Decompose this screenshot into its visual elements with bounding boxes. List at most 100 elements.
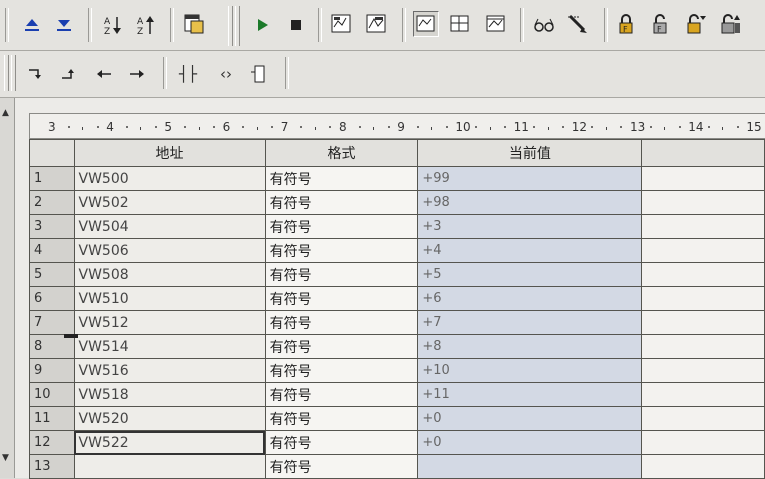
- format-cell[interactable]: 有符号: [264, 262, 419, 287]
- arrow-left-icon[interactable]: [92, 62, 116, 86]
- format-cell[interactable]: 有符号: [264, 310, 419, 335]
- move-down-icon[interactable]: [52, 13, 76, 37]
- format-cell[interactable]: 有符号: [264, 334, 419, 359]
- format-cell[interactable]: 有符号: [264, 214, 419, 239]
- address-cell[interactable]: VW512: [73, 310, 266, 335]
- format-cell[interactable]: 有符号: [264, 166, 419, 191]
- format-cell[interactable]: 有符号: [264, 238, 419, 263]
- table-row[interactable]: 5 VW508 有符号 +5: [29, 262, 765, 287]
- table-row[interactable]: 11 VW520 有符号 +0: [29, 406, 765, 431]
- value-cell[interactable]: +99: [417, 166, 643, 191]
- format-cell[interactable]: 有符号: [264, 454, 419, 479]
- unlock-all-icon[interactable]: [683, 12, 707, 36]
- table-view-1-icon[interactable]: [413, 11, 439, 37]
- value-cell[interactable]: +7: [417, 310, 643, 335]
- table-row[interactable]: 3 VW504 有符号 +3: [29, 214, 765, 239]
- corner-cell[interactable]: [29, 139, 75, 167]
- scroll-up-icon[interactable]: ▲: [2, 108, 9, 118]
- format-cell[interactable]: 有符号: [264, 430, 419, 455]
- address-cell[interactable]: VW504: [73, 214, 266, 239]
- toolbar-grip[interactable]: [4, 55, 9, 91]
- value-cell[interactable]: +98: [417, 190, 643, 215]
- value-cell[interactable]: +0: [417, 406, 643, 431]
- toolbar-grip[interactable]: [235, 6, 240, 46]
- row-number[interactable]: 2: [29, 190, 75, 215]
- status-chart-icon[interactable]: [330, 12, 354, 36]
- copy-table-icon[interactable]: [182, 12, 206, 36]
- address-cell[interactable]: VW520: [73, 406, 266, 431]
- toolbar-grip[interactable]: [11, 55, 16, 91]
- table-view-2-icon[interactable]: [448, 12, 472, 36]
- address-cell[interactable]: VW522: [73, 430, 266, 455]
- value-cell[interactable]: +4: [417, 238, 643, 263]
- value-cell[interactable]: +3: [417, 214, 643, 239]
- row-number[interactable]: 6: [29, 286, 75, 311]
- format-cell[interactable]: 有符号: [264, 406, 419, 431]
- table-row[interactable]: 8 VW514 有符号 +8: [29, 334, 765, 359]
- format-cell[interactable]: 有符号: [264, 190, 419, 215]
- empty-cell[interactable]: [641, 454, 765, 479]
- address-cell[interactable]: VW502: [73, 190, 266, 215]
- format-cell[interactable]: 有符号: [264, 286, 419, 311]
- row-number[interactable]: 10: [29, 382, 75, 407]
- scroll-down-icon[interactable]: ▼: [2, 453, 9, 463]
- format-cell[interactable]: 有符号: [264, 358, 419, 383]
- coil-icon[interactable]: ‹›: [213, 62, 239, 86]
- lock-icon[interactable]: F: [614, 12, 638, 36]
- address-cell[interactable]: VW506: [73, 238, 266, 263]
- empty-cell[interactable]: [641, 262, 765, 287]
- table-row[interactable]: 4 VW506 有符号 +4: [29, 238, 765, 263]
- table-row[interactable]: 10 VW518 有符号 +11: [29, 382, 765, 407]
- vertical-scrollbar[interactable]: ▲ ▼: [0, 98, 15, 478]
- move-up-icon[interactable]: [20, 13, 44, 37]
- table-row[interactable]: 13 有符号: [29, 454, 765, 479]
- value-cell[interactable]: +5: [417, 262, 643, 287]
- arrow-right-icon[interactable]: [125, 62, 149, 86]
- empty-cell[interactable]: [641, 214, 765, 239]
- row-number[interactable]: 9: [29, 358, 75, 383]
- value-cell[interactable]: +11: [417, 382, 643, 407]
- table-row[interactable]: 12 VW522 有符号 +0: [29, 430, 765, 455]
- read-all-icon[interactable]: [718, 12, 742, 36]
- glasses-icon[interactable]: [532, 13, 556, 37]
- toolbar-grip[interactable]: [228, 6, 233, 46]
- table-row[interactable]: 7 VW512 有符号 +7: [29, 310, 765, 335]
- address-cell[interactable]: VW500: [73, 166, 266, 191]
- table-row[interactable]: 1 VW500 有符号 +99: [29, 166, 765, 191]
- empty-cell[interactable]: [641, 190, 765, 215]
- empty-cell[interactable]: [641, 406, 765, 431]
- address-cell[interactable]: VW508: [73, 262, 266, 287]
- current-value-header[interactable]: 当前值: [417, 139, 643, 167]
- box-icon[interactable]: [246, 62, 270, 86]
- row-number[interactable]: 13: [29, 454, 75, 479]
- address-cell[interactable]: [73, 454, 266, 479]
- empty-cell[interactable]: [641, 166, 765, 191]
- row-number[interactable]: 8: [29, 334, 75, 359]
- empty-cell[interactable]: [641, 334, 765, 359]
- insert-down-icon[interactable]: [57, 62, 81, 86]
- value-cell[interactable]: [417, 454, 643, 479]
- write-pen-icon[interactable]: [566, 12, 590, 36]
- address-header[interactable]: 地址: [73, 139, 266, 167]
- empty-cell[interactable]: [641, 430, 765, 455]
- empty-cell[interactable]: [641, 382, 765, 407]
- sort-descending-icon[interactable]: AZ: [134, 13, 158, 37]
- value-cell[interactable]: +0: [417, 430, 643, 455]
- trend-icon[interactable]: [365, 12, 389, 36]
- empty-cell[interactable]: [641, 286, 765, 311]
- insert-contact-icon[interactable]: [24, 62, 48, 86]
- row-number[interactable]: 12: [29, 430, 75, 455]
- sort-ascending-icon[interactable]: AZ: [101, 13, 125, 37]
- unlock-icon[interactable]: F: [648, 12, 672, 36]
- run-icon[interactable]: [250, 13, 274, 37]
- address-cell[interactable]: VW510: [73, 286, 266, 311]
- format-cell[interactable]: 有符号: [264, 382, 419, 407]
- row-number[interactable]: 5: [29, 262, 75, 287]
- table-row[interactable]: 6 VW510 有符号 +6: [29, 286, 765, 311]
- table-row[interactable]: 2 VW502 有符号 +98: [29, 190, 765, 215]
- address-cell[interactable]: VW514: [73, 334, 266, 359]
- value-cell[interactable]: +6: [417, 286, 643, 311]
- empty-cell[interactable]: [641, 310, 765, 335]
- row-number[interactable]: 4: [29, 238, 75, 263]
- stop-icon[interactable]: [284, 13, 308, 37]
